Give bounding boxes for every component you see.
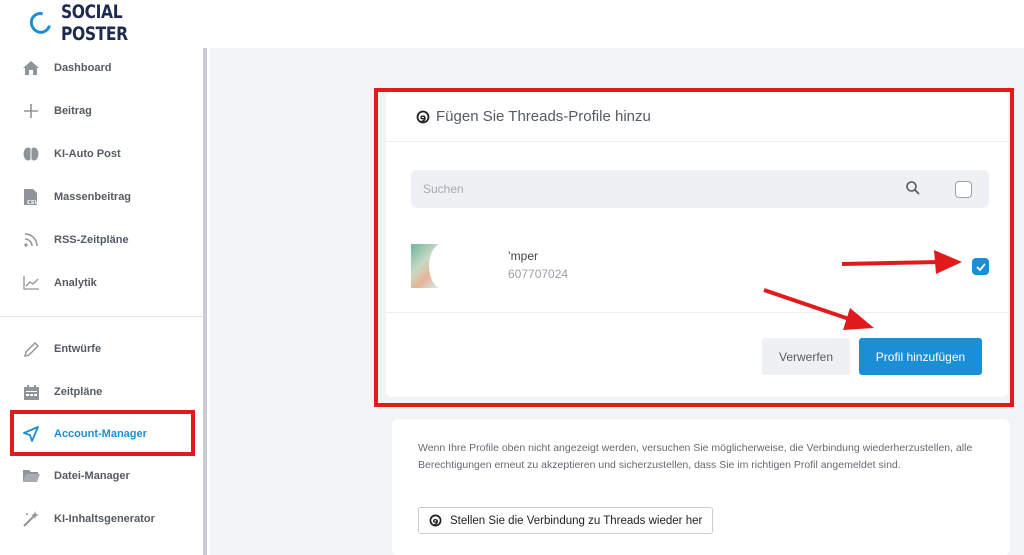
sidebar-item-rss-zeitplaene[interactable]: RSS-Zeitpläne — [18, 225, 198, 255]
sidebar-item-analytik[interactable]: Analytik — [18, 268, 198, 298]
sidebar-item-label: KI-Inhaltsgenerator — [54, 513, 155, 525]
reconnect-label: Stellen Sie die Verbindung zu Threads wi… — [450, 514, 703, 527]
sidebar-item-zeitplaene[interactable]: Zeitpläne — [18, 377, 198, 407]
sidebar-item-beitrag[interactable]: Beitrag — [18, 96, 198, 126]
sidebar-item-dashboard[interactable]: Dashboard — [18, 53, 198, 83]
top-bar — [210, 0, 1024, 48]
modal-highlight — [374, 88, 1014, 407]
home-icon — [22, 59, 40, 77]
sidebar-item-entwuerfe[interactable]: Entwürfe — [18, 334, 198, 364]
rss-icon — [22, 231, 40, 249]
sidebar-scrollbar[interactable] — [203, 48, 207, 555]
sidebar-item-ki-auto-post[interactable]: KI-Auto Post — [18, 139, 198, 169]
sidebar-divider — [0, 316, 203, 317]
sidebar: SOCIAL POSTER Dashboard Beitrag KI-Auto … — [0, 0, 210, 555]
magic-wand-icon — [22, 510, 40, 528]
threads-icon — [429, 514, 442, 527]
brain-icon — [22, 145, 40, 163]
info-card: Wenn Ihre Profile oben nicht angezeigt w… — [392, 419, 1010, 555]
pencil-icon — [22, 340, 40, 358]
logo[interactable]: SOCIAL POSTER — [25, 1, 210, 45]
sidebar-item-label: RSS-Zeitpläne — [54, 234, 129, 246]
folder-icon — [22, 467, 40, 485]
calendar-icon — [22, 383, 40, 401]
sidebar-item-label: Datei-Manager — [54, 470, 130, 482]
line-chart-icon — [22, 274, 40, 292]
sidebar-item-massenbeitrag[interactable]: CSV Massenbeitrag — [18, 182, 198, 212]
sidebar-item-label: Massenbeitrag — [54, 191, 132, 203]
sidebar-item-label: Dashboard — [54, 62, 112, 74]
info-text: Wenn Ihre Profile oben nicht angezeigt w… — [418, 442, 973, 471]
sidebar-item-label: KI-Auto Post — [54, 148, 121, 160]
sidebar-item-label: Zeitpläne — [54, 386, 103, 398]
sidebar-item-label: Beitrag — [54, 105, 92, 117]
account-manager-highlight — [10, 410, 195, 456]
csv-file-icon: CSV — [22, 188, 40, 206]
sidebar-item-label: Entwürfe — [54, 343, 102, 355]
logo-text: SOCIAL POSTER — [60, 1, 128, 45]
sidebar-item-datei-manager[interactable]: Datei-Manager — [18, 461, 198, 491]
logo-ring-icon — [25, 8, 55, 38]
sidebar-item-label: Analytik — [54, 277, 97, 289]
reconnect-threads-button[interactable]: Stellen Sie die Verbindung zu Threads wi… — [418, 507, 714, 534]
plus-icon — [22, 102, 40, 120]
svg-text:CSV: CSV — [27, 200, 38, 206]
sidebar-item-ki-inhaltsgenerator[interactable]: KI-Inhaltsgenerator — [18, 504, 198, 534]
